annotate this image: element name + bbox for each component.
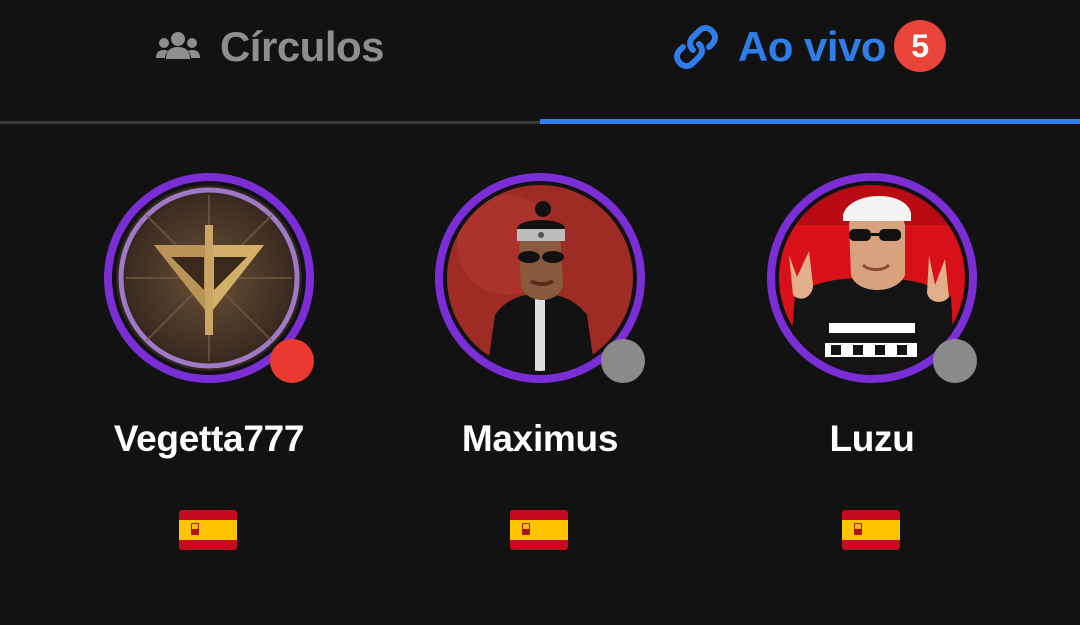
avatar [779, 185, 965, 371]
active-tab-indicator [540, 119, 1080, 124]
username: Maximus [461, 418, 619, 459]
tab-divider [0, 121, 540, 124]
username: Vegetta777 [113, 418, 305, 459]
tab-circles[interactable]: Círculos [0, 0, 540, 124]
avatar-container [104, 173, 314, 383]
avatar-container [435, 173, 645, 383]
live-count-badge: 5 [894, 20, 947, 72]
tab-bar: Círculos Ao vivo 5 [0, 0, 1080, 124]
avatar [447, 185, 633, 371]
app-root: Círculos Ao vivo 5 Vegetta777 Maximus Lu… [0, 0, 1080, 625]
status-live-dot [270, 339, 314, 383]
users-icon [155, 31, 200, 63]
username: Luzu [829, 418, 915, 459]
avatar-container [767, 173, 977, 383]
status-offline-dot [933, 339, 977, 383]
tab-live[interactable]: Ao vivo 5 [540, 0, 1080, 124]
tab-live-label: Ao vivo [737, 23, 887, 70]
spain-flag-icon [179, 510, 237, 550]
spain-flag-icon [510, 510, 568, 550]
status-offline-dot [601, 339, 645, 383]
user-card[interactable]: Vegetta777 [43, 170, 375, 570]
tab-circles-label: Círculos [219, 23, 385, 70]
avatar [116, 185, 302, 371]
spain-flag-icon [842, 510, 900, 550]
link-icon [673, 25, 718, 69]
user-card[interactable]: Maximus [374, 170, 706, 570]
user-card[interactable]: Luzu [706, 170, 1038, 570]
